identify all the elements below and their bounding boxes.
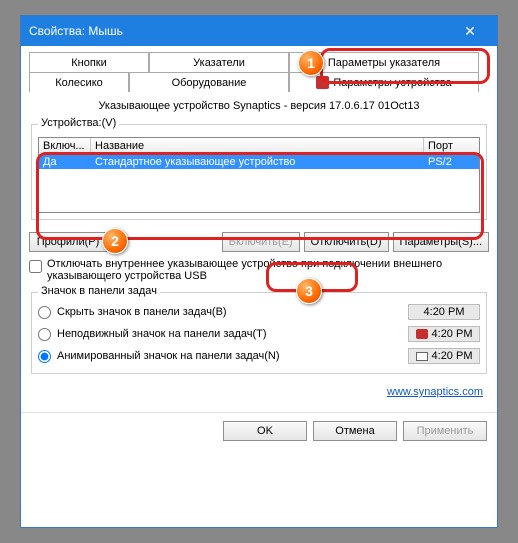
annotation-badge-3: 3: [296, 278, 322, 304]
col-port[interactable]: Порт: [424, 138, 479, 154]
tray-radio-static[interactable]: [38, 328, 51, 341]
enable-button: Включить(E): [222, 232, 300, 252]
cell-enabled: Да: [39, 155, 91, 169]
tray-label-static: Неподвижный значок на панели задач(T): [57, 328, 402, 340]
col-enabled[interactable]: Включ...: [39, 138, 91, 154]
params-button[interactable]: Параметры(S)...: [393, 232, 489, 252]
tray-preview-static: 4:20 PM: [408, 326, 480, 342]
col-name[interactable]: Название: [91, 138, 424, 154]
tab-wheel[interactable]: Колесико: [29, 72, 129, 92]
tab-pointers[interactable]: Указатели: [149, 52, 289, 72]
disable-button[interactable]: Отключить(D): [304, 232, 389, 252]
tray-radio-hide[interactable]: [38, 306, 51, 319]
apply-button: Применить: [403, 421, 487, 441]
window-title: Свойства: Мышь: [29, 24, 451, 38]
tray-radio-animated[interactable]: [38, 350, 51, 363]
synaptics-icon: [416, 329, 428, 339]
touchpad-icon: [416, 352, 428, 361]
synaptics-icon: [316, 76, 329, 89]
device-buttons-row: Профили(P) Включить(E) Отключить(D) Пара…: [29, 228, 489, 256]
tray-label-hide: Скрыть значок в панели задач(B): [57, 306, 402, 318]
device-list[interactable]: Включ... Название Порт Да Стандартное ук…: [38, 137, 480, 213]
device-list-header: Включ... Название Порт: [39, 138, 479, 155]
close-icon[interactable]: ✕: [451, 16, 489, 46]
device-row[interactable]: Да Стандартное указывающее устройство PS…: [39, 155, 479, 169]
tray-label-animated: Анимированный значок на панели задач(N): [57, 350, 402, 362]
tab-buttons[interactable]: Кнопки: [29, 52, 149, 72]
tabs-area: Кнопки Указатели Параметры указателя Кол…: [29, 52, 489, 94]
tray-icon-group: Значок в панели задач Скрыть значок в па…: [31, 292, 487, 374]
cell-port: PS/2: [424, 155, 479, 169]
cancel-button[interactable]: Отмена: [313, 421, 397, 441]
devices-group: Устройства:(V) Включ... Название Порт Да…: [31, 124, 487, 220]
profiles-button[interactable]: Профили(P): [29, 232, 107, 252]
dialog-footer: OK Отмена Применить: [21, 412, 497, 449]
annotation-badge-2: 2: [102, 228, 128, 254]
tab-hardware[interactable]: Оборудование: [129, 72, 289, 92]
tray-preview-animated: 4:20 PM: [408, 348, 480, 364]
disable-internal-checkbox[interactable]: [29, 260, 42, 273]
properties-dialog: Свойства: Мышь ✕ Кнопки Указатели Параме…: [20, 15, 498, 528]
tray-preview-hide: 4:20 PM: [408, 304, 480, 320]
titlebar: Свойства: Мышь ✕: [21, 16, 497, 46]
synaptics-link[interactable]: www.synaptics.com: [29, 382, 489, 398]
disable-internal-checkbox-row: Отключать внутреннее указывающее устройс…: [29, 256, 489, 288]
devices-group-title: Устройства:(V): [38, 117, 119, 129]
disable-internal-label: Отключать внутреннее указывающее устройс…: [47, 258, 489, 282]
tray-group-title: Значок в панели задач: [38, 285, 160, 297]
annotation-badge-1: 1: [298, 50, 324, 76]
ok-button[interactable]: OK: [223, 421, 307, 441]
cell-name: Стандартное указывающее устройство: [91, 155, 424, 169]
tab-device-settings[interactable]: Параметры устройства: [289, 72, 479, 92]
